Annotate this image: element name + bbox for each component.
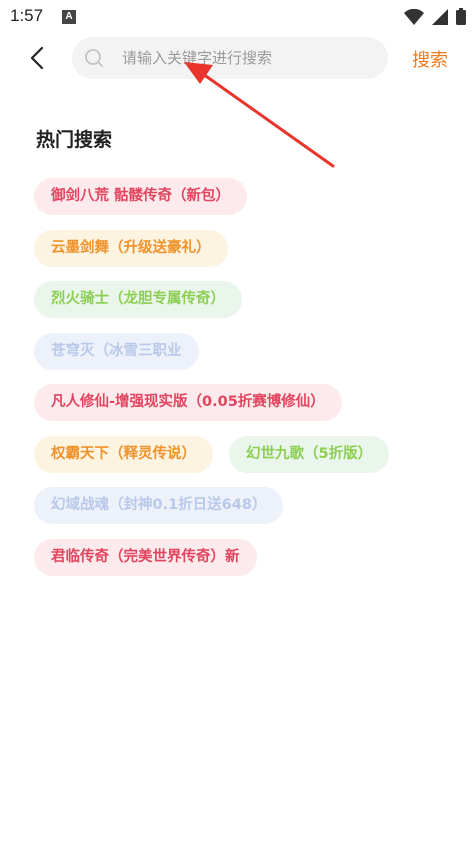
chevron-left-icon [30, 46, 44, 70]
wifi-icon [404, 8, 424, 25]
search-button[interactable]: 搜索 [412, 46, 448, 72]
status-time: 1:57 [10, 6, 44, 25]
notification-icon: A [62, 10, 76, 24]
hot-search-tag[interactable]: 权霸天下（释灵传说） [34, 435, 213, 473]
hot-search-tag[interactable]: 御剑八荒 骷髅传奇（新包） [34, 178, 248, 215]
hot-search-tag[interactable]: 苍穹灭（冰雪三职业 [34, 332, 199, 370]
hot-search-tag[interactable]: 幻世九歌（5折版） [229, 435, 390, 473]
search-icon [85, 49, 103, 67]
hot-search-tags: 御剑八荒 骷髅传奇（新包） 云墨剑舞（升级送豪礼） 烈火骑士（龙胆专属传奇） 苍… [34, 178, 454, 590]
hot-search-tag[interactable]: 凡人修仙-增强现实版（0.05折赛博修仙） [34, 384, 342, 421]
back-button[interactable] [24, 44, 50, 72]
search-box[interactable] [72, 37, 388, 79]
hot-search-title: 热门搜索 [36, 129, 113, 151]
status-icons [404, 8, 466, 25]
search-input[interactable] [122, 37, 372, 79]
battery-icon [456, 8, 466, 25]
hot-search-tag[interactable]: 君临传奇（完美世界传奇）新 [34, 538, 257, 576]
signal-icon [432, 8, 448, 25]
status-bar: 1:57 A [0, 0, 476, 34]
hot-search-tag[interactable]: 云墨剑舞（升级送豪礼） [34, 229, 228, 267]
hot-search-tag[interactable]: 幻域战魂（封神0.1折日送648） [34, 487, 284, 524]
hot-search-tag[interactable]: 烈火骑士（龙胆专属传奇） [34, 281, 242, 318]
